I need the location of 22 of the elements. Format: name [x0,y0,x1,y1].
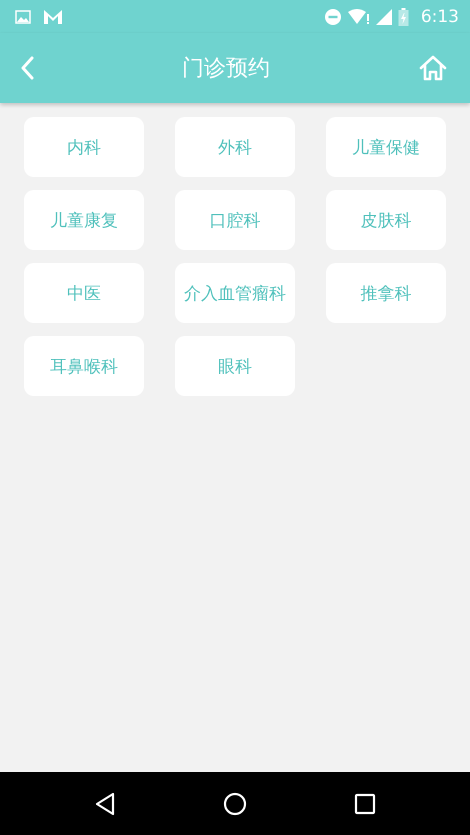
department-button[interactable]: 外科 [175,117,295,177]
mail-icon [43,8,63,24]
battery-icon [398,8,409,26]
department-button[interactable]: 推拿科 [326,263,446,323]
image-icon [15,10,31,24]
department-button[interactable]: 眼科 [175,336,295,396]
department-button[interactable]: 介入血管瘤科 [175,263,295,323]
status-time: 6:13 [420,6,459,26]
signal-icon [376,8,392,24]
recents-nav-icon[interactable] [354,792,376,814]
wifi-icon [348,8,370,24]
home-nav-icon[interactable] [222,792,247,816]
department-button[interactable]: 儿童康复 [24,190,144,250]
page-title: 门诊预约 [182,55,270,83]
department-button[interactable]: 儿童保健 [326,117,446,177]
department-button[interactable]: 耳鼻喉科 [24,336,144,396]
department-button[interactable]: 口腔科 [175,190,295,250]
do-not-disturb-icon [324,8,342,26]
department-button[interactable]: 皮肤科 [326,190,446,250]
back-nav-icon[interactable] [94,792,116,816]
department-button[interactable]: 内科 [24,117,144,177]
department-button[interactable]: 中医 [24,263,144,323]
